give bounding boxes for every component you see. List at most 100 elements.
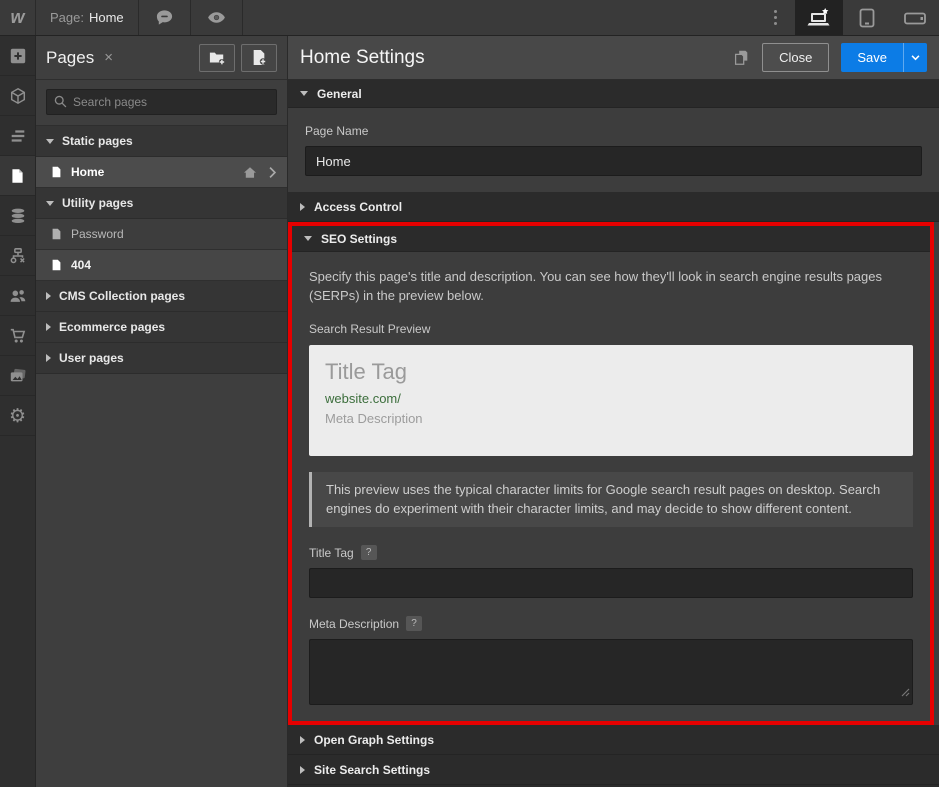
webflow-designer: w Page: Home <box>0 0 939 787</box>
ecommerce-icon[interactable] <box>0 316 35 356</box>
device-mobile-landscape-tab[interactable] <box>891 0 939 35</box>
resize-grip-icon[interactable] <box>901 684 910 702</box>
serp-preview-card: Title Tag website.com/ Meta Description <box>309 345 913 456</box>
section-label: Access Control <box>314 200 402 214</box>
caret-right-icon <box>46 292 51 300</box>
pages-search-wrap <box>36 80 287 126</box>
caret-down-icon <box>304 236 312 241</box>
page-row-home[interactable]: Home <box>36 157 287 188</box>
add-page-button[interactable] <box>241 44 277 72</box>
main-area: ⚙ Pages × <box>0 36 939 787</box>
section-label: Site Search Settings <box>314 763 430 777</box>
pages-panel-close-icon[interactable]: × <box>104 49 113 66</box>
duplicate-page-icon[interactable] <box>732 48 750 67</box>
page-icon <box>50 258 63 272</box>
page-row-404[interactable]: 404 <box>36 250 287 281</box>
home-icon <box>242 165 258 180</box>
section-site-search[interactable]: Site Search Settings <box>288 755 939 785</box>
group-label: CMS Collection pages <box>59 289 185 303</box>
page-icon <box>50 227 63 241</box>
group-ecommerce-pages[interactable]: Ecommerce pages <box>36 312 287 343</box>
chevron-right-icon[interactable] <box>268 166 277 179</box>
title-tag-input[interactable] <box>309 568 913 598</box>
page-indicator-label: Page: <box>50 10 84 25</box>
group-utility-pages[interactable]: Utility pages <box>36 188 287 219</box>
logic-icon[interactable] <box>0 236 35 276</box>
top-bar-spacer <box>243 0 755 35</box>
group-static-pages[interactable]: Static pages <box>36 126 287 157</box>
components-icon[interactable] <box>0 76 35 116</box>
add-folder-button[interactable] <box>199 44 235 72</box>
page-icon <box>50 165 63 179</box>
comments-icon[interactable] <box>139 0 191 35</box>
webflow-logo[interactable]: w <box>0 0 36 35</box>
title-tag-label: Title Tag <box>309 546 354 560</box>
meta-description-help-icon[interactable]: ? <box>406 616 422 631</box>
caret-right-icon <box>300 203 305 211</box>
pages-panel-header: Pages × <box>36 36 287 80</box>
section-label: SEO Settings <box>321 232 397 246</box>
save-dropdown-chevron-icon[interactable] <box>903 43 927 72</box>
meta-description-textarea[interactable] <box>309 639 913 705</box>
caret-right-icon <box>300 736 305 744</box>
group-label: Utility pages <box>62 196 133 210</box>
device-tablet-tab[interactable] <box>843 0 891 35</box>
meta-description-label: Meta Description <box>309 617 399 631</box>
seo-body: Specify this page's title and descriptio… <box>292 252 930 721</box>
group-cms-collection-pages[interactable]: CMS Collection pages <box>36 281 287 312</box>
caret-right-icon <box>46 354 51 362</box>
users-icon[interactable] <box>0 276 35 316</box>
device-desktop-tab[interactable] <box>795 0 843 35</box>
left-toolbar: ⚙ <box>0 36 36 787</box>
settings-title: Home Settings <box>300 47 425 69</box>
caret-right-icon <box>46 323 51 331</box>
close-button[interactable]: Close <box>762 43 829 72</box>
pages-panel-title: Pages <box>46 48 94 68</box>
preview-eye-icon[interactable] <box>191 0 243 35</box>
search-icon <box>53 94 68 114</box>
page-name-label: Page Name <box>305 124 922 138</box>
caret-down-icon <box>300 91 308 96</box>
group-label: Ecommerce pages <box>59 320 165 334</box>
search-pages-input[interactable] <box>46 89 277 115</box>
group-label: Static pages <box>62 134 133 148</box>
section-seo-settings[interactable]: SEO Settings <box>292 226 930 252</box>
page-settings-panel: Home Settings Close Save <box>288 36 939 787</box>
section-open-graph[interactable]: Open Graph Settings <box>288 725 939 755</box>
section-access-control[interactable]: Access Control <box>288 192 939 222</box>
add-elements-icon[interactable] <box>0 36 35 76</box>
serp-meta-description: Meta Description <box>325 411 897 426</box>
save-button-label: Save <box>841 43 903 72</box>
more-menu-icon[interactable] <box>755 0 795 35</box>
page-indicator[interactable]: Page: Home <box>36 0 139 35</box>
seo-description: Specify this page's title and descriptio… <box>309 268 913 306</box>
webflow-logo-glyph: w <box>10 7 24 28</box>
caret-down-icon <box>46 201 54 206</box>
page-row-label: Password <box>71 227 124 241</box>
cms-collections-icon[interactable] <box>0 196 35 236</box>
settings-gear-icon[interactable]: ⚙ <box>0 396 35 436</box>
serp-title: Title Tag <box>325 359 897 385</box>
pages-panel: Pages × <box>36 36 288 787</box>
page-row-password[interactable]: Password <box>36 219 287 250</box>
section-label: General <box>317 87 362 101</box>
section-general[interactable]: General <box>288 80 939 108</box>
settings-header: Home Settings Close Save <box>288 36 939 80</box>
page-row-label: Home <box>71 165 104 179</box>
save-button[interactable]: Save <box>841 43 927 72</box>
caret-down-icon <box>46 139 54 144</box>
group-user-pages[interactable]: User pages <box>36 343 287 374</box>
assets-icon[interactable] <box>0 356 35 396</box>
caret-right-icon <box>300 766 305 774</box>
pages-icon[interactable] <box>0 156 35 196</box>
top-bar: w Page: Home <box>0 0 939 36</box>
title-tag-help-icon[interactable]: ? <box>361 545 377 560</box>
page-row-label: 404 <box>71 258 91 272</box>
pages-panel-actions <box>199 44 277 72</box>
page-name-input[interactable] <box>305 146 922 176</box>
navigator-icon[interactable] <box>0 116 35 156</box>
serp-note: This preview uses the typical character … <box>309 472 913 528</box>
serp-url: website.com/ <box>325 391 897 406</box>
page-indicator-value: Home <box>89 10 124 25</box>
section-label: Open Graph Settings <box>314 733 434 747</box>
